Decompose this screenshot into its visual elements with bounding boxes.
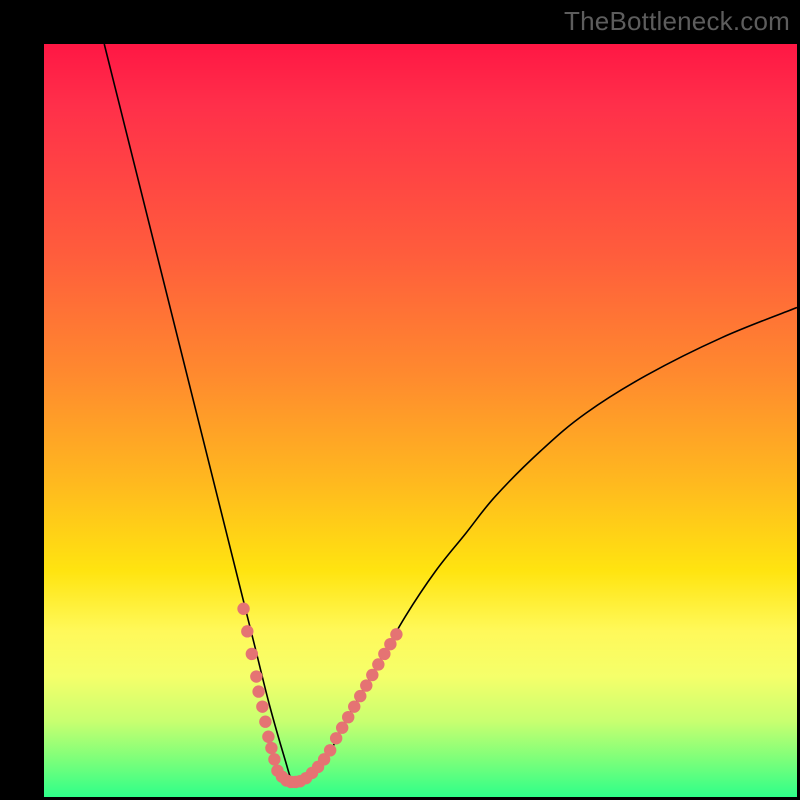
highlight-dot	[348, 700, 360, 712]
plot-area	[44, 44, 797, 797]
highlight-dot	[252, 685, 264, 697]
highlight-dot	[342, 711, 354, 723]
highlight-dot	[246, 648, 258, 660]
highlight-dot	[265, 742, 277, 754]
highlight-dot	[237, 603, 249, 615]
highlight-dot	[262, 731, 274, 743]
highlight-dot	[324, 744, 336, 756]
highlight-dot	[360, 679, 372, 691]
outer-frame: TheBottleneck.com	[0, 0, 800, 800]
highlight-dot	[256, 700, 268, 712]
highlight-dot	[330, 732, 342, 744]
highlight-dot	[250, 670, 262, 682]
bottleneck-curve	[104, 44, 797, 784]
watermark-text: TheBottleneck.com	[564, 6, 790, 37]
plot-svg	[44, 44, 797, 797]
highlight-dot	[336, 722, 348, 734]
highlight-dot	[390, 628, 402, 640]
highlight-dot	[366, 669, 378, 681]
highlight-dot	[354, 690, 366, 702]
highlight-dots-right	[324, 628, 403, 756]
highlight-dot	[372, 658, 384, 670]
highlight-dots-left	[237, 603, 280, 766]
highlight-dot	[259, 716, 271, 728]
highlight-dot	[268, 753, 280, 765]
highlight-dot	[241, 625, 253, 637]
